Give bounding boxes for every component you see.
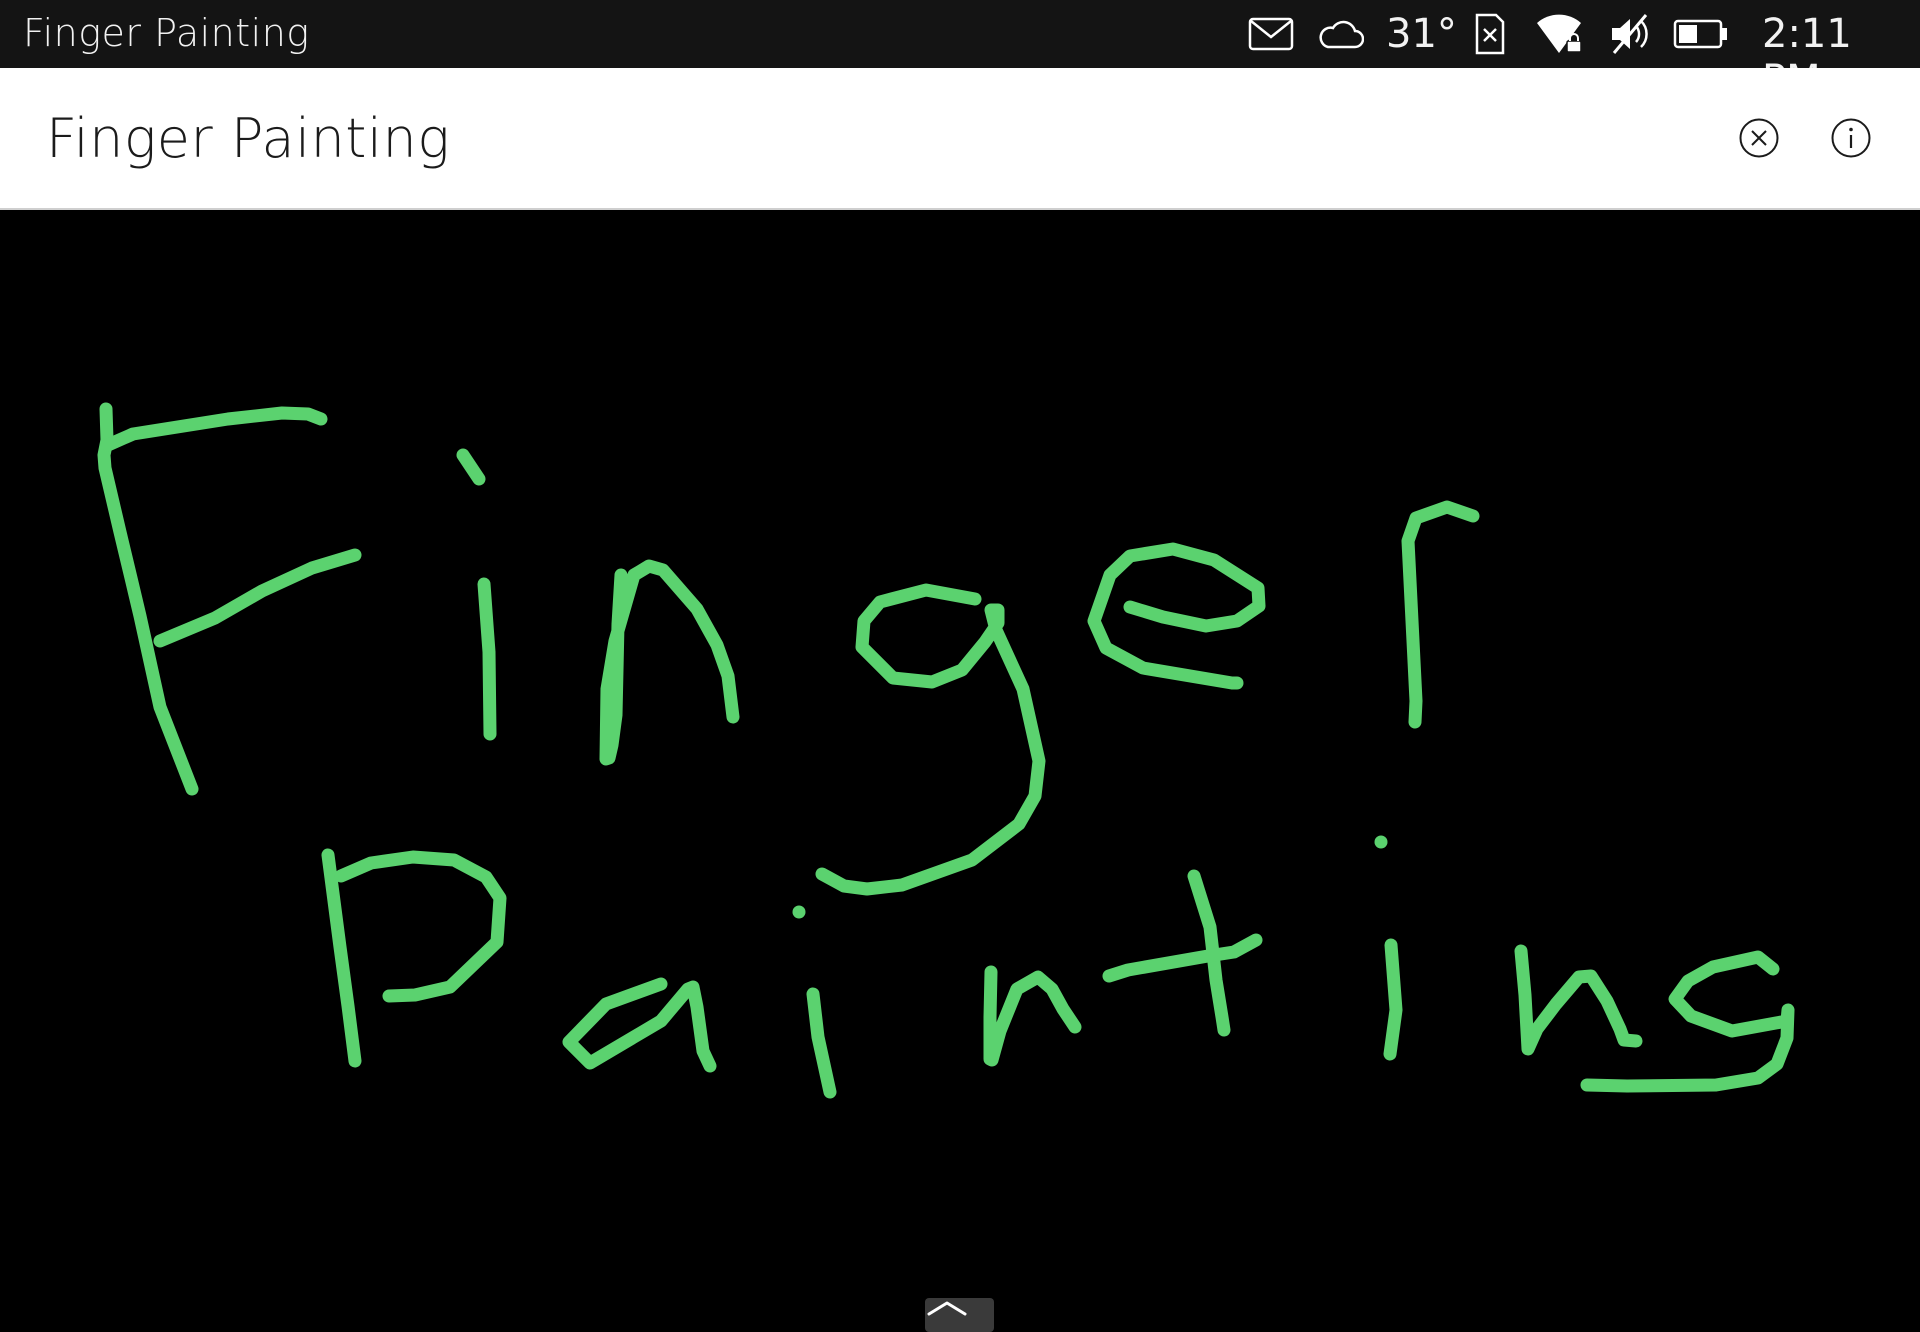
- status-bar: Finger Painting 31° 2:11: [0, 0, 1920, 103]
- page-title: Finger Painting: [46, 107, 451, 170]
- no-sim-icon[interactable]: [1474, 0, 1506, 68]
- chevron-up-icon: [927, 1301, 967, 1316]
- temperature-label: 31°: [1386, 11, 1457, 57]
- page-header: Finger Painting: [0, 68, 1920, 210]
- mail-icon[interactable]: [1248, 0, 1294, 68]
- volume-muted-icon[interactable]: [1608, 0, 1652, 68]
- close-circle-icon: [1739, 118, 1779, 158]
- painted-strokes: [97, 402, 1795, 1099]
- status-bar-app-title: Finger Painting: [23, 11, 310, 55]
- info-button[interactable]: [1829, 116, 1873, 160]
- clear-button[interactable]: [1737, 116, 1781, 160]
- drawing-canvas[interactable]: [0, 210, 1920, 1332]
- info-icon: [1831, 118, 1871, 158]
- battery-icon[interactable]: [1673, 0, 1729, 68]
- cloud-icon[interactable]: [1318, 0, 1364, 68]
- bottom-edge-handle[interactable]: [925, 1298, 994, 1332]
- wifi-locked-icon[interactable]: [1535, 0, 1585, 68]
